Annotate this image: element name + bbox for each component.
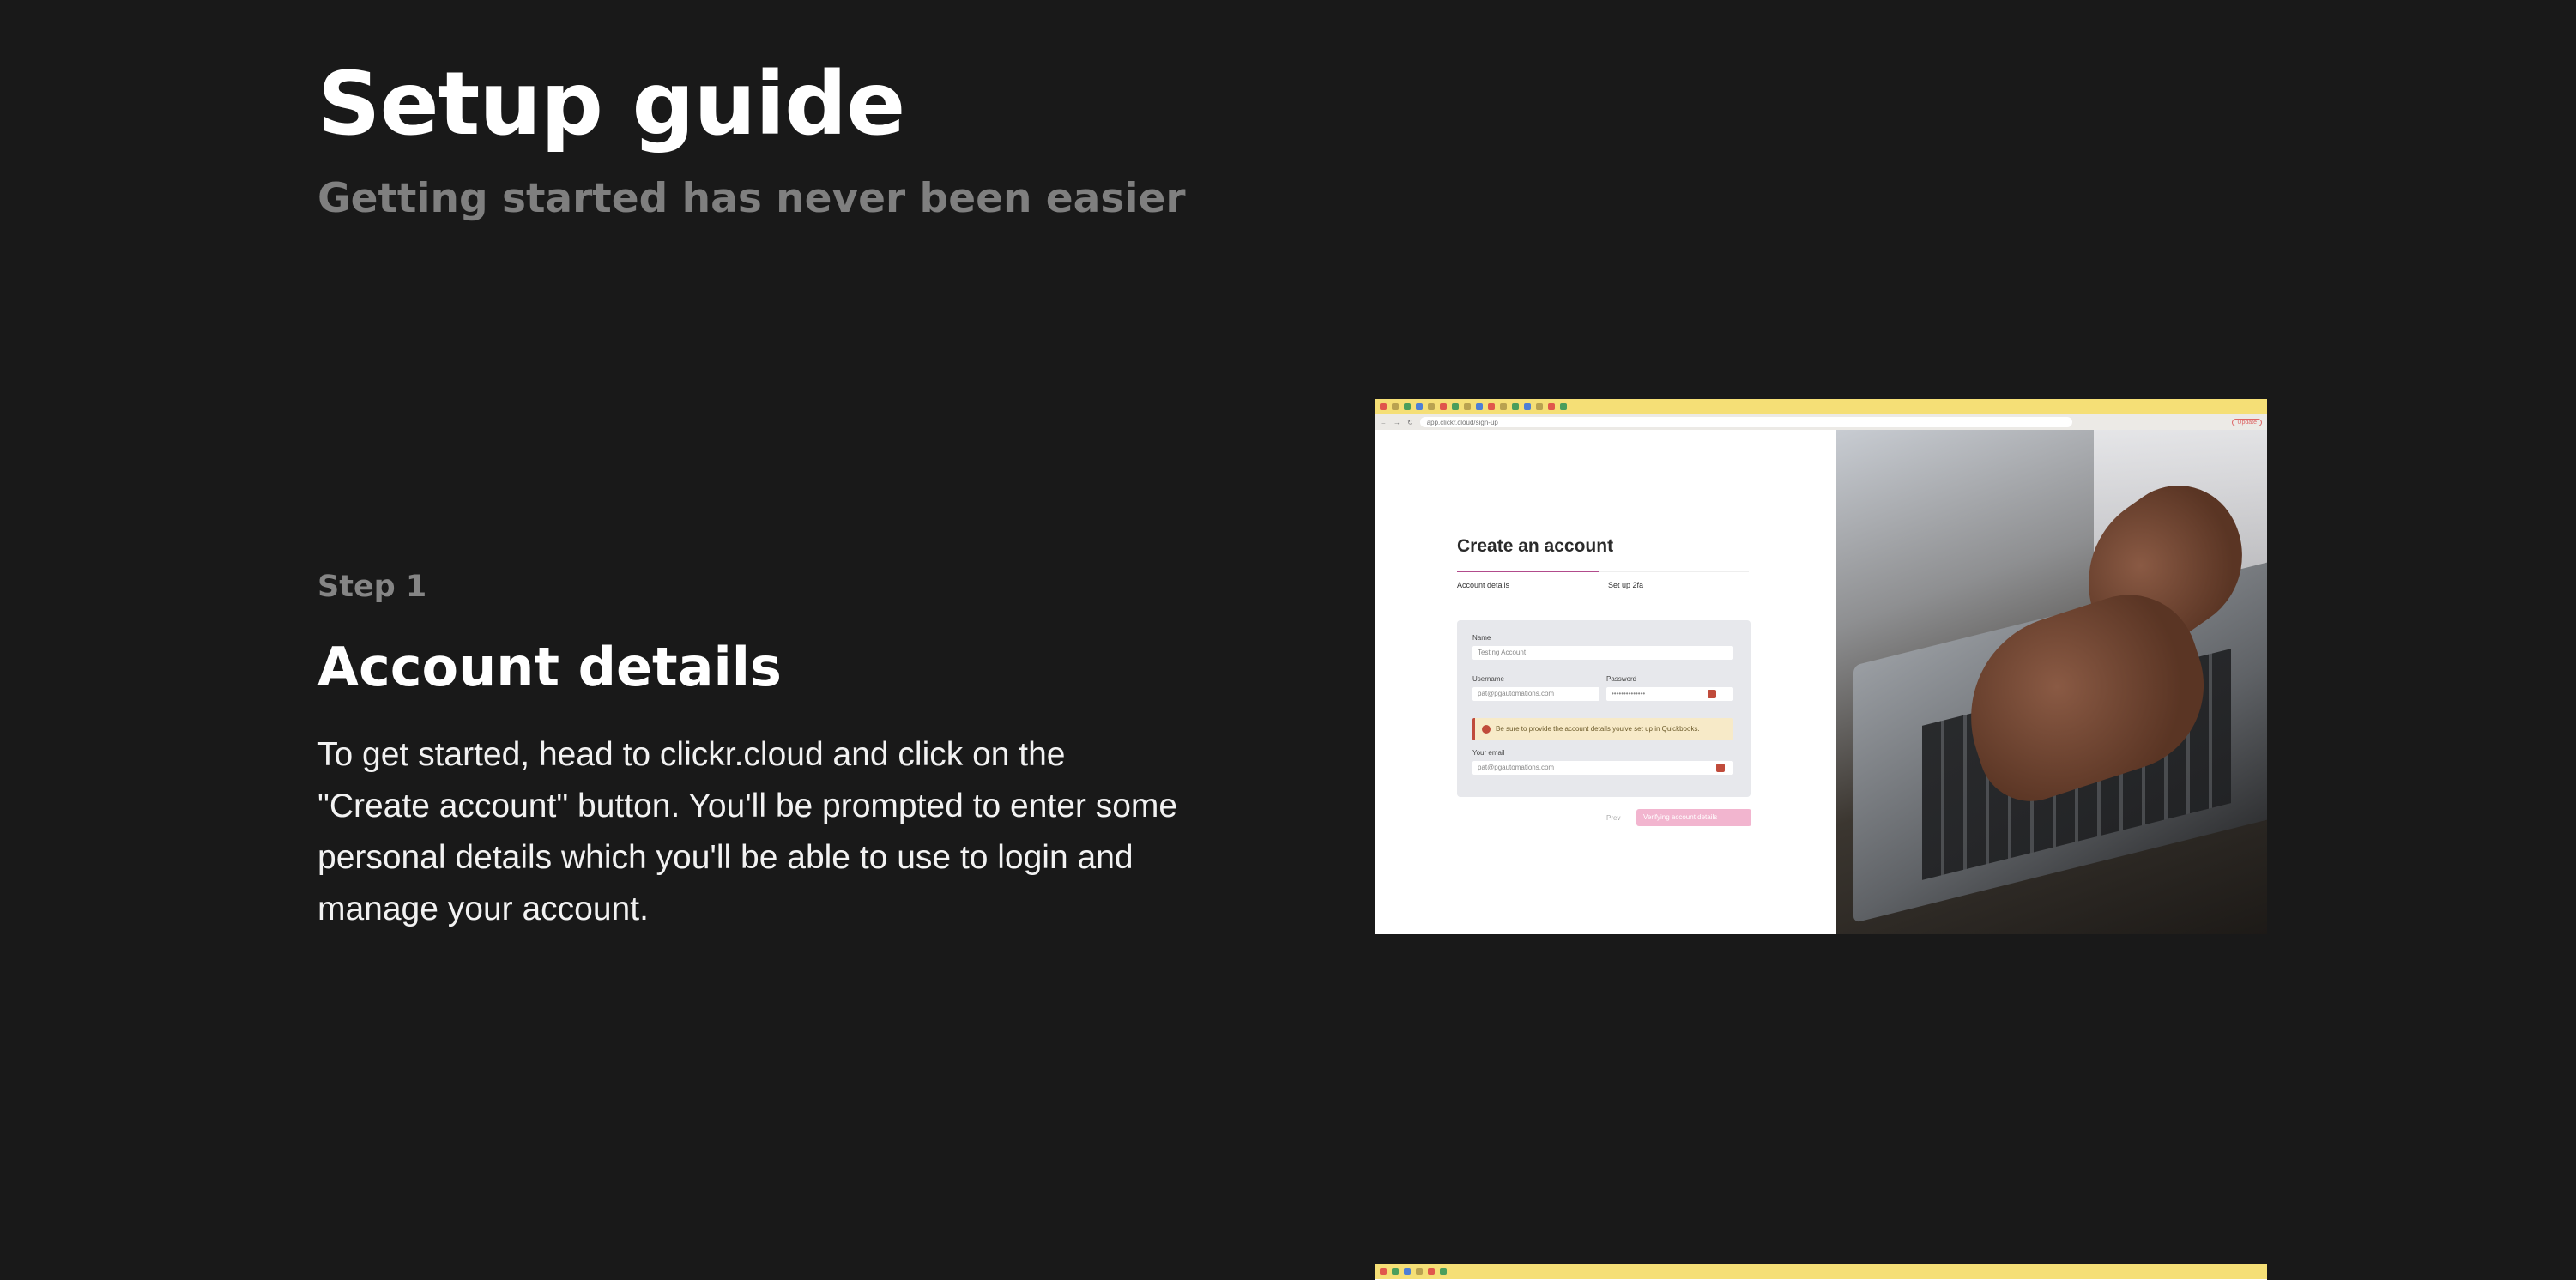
- tab-favicon-icon: [1380, 1268, 1387, 1275]
- email-label: Your email: [1472, 749, 1505, 757]
- browser-update-button: Update: [2232, 418, 2262, 426]
- tab-favicon-icon: [1416, 403, 1423, 410]
- browser-tab-strip: [1375, 399, 2267, 414]
- tab-favicon-icon: [1524, 403, 1531, 410]
- tab-favicon-icon: [1392, 403, 1399, 410]
- forward-arrow-icon: →: [1394, 418, 1400, 426]
- name-field: Testing Account: [1472, 646, 1733, 660]
- tab-favicon-icon: [1536, 403, 1543, 410]
- tab-favicon-icon: [1440, 403, 1447, 410]
- url-field: app.clickr.cloud/sign-up: [1419, 417, 2072, 427]
- page-title: Setup guide: [317, 53, 905, 155]
- password-label: Password: [1606, 675, 1637, 683]
- tab-favicon-icon: [1380, 403, 1387, 410]
- tab-favicon-icon: [1404, 403, 1411, 410]
- tab-favicon-icon: [1464, 403, 1471, 410]
- form-progress-fill: [1457, 571, 1599, 572]
- prev-button: Prev: [1606, 814, 1621, 822]
- name-label: Name: [1472, 634, 1491, 642]
- submit-button: Verifying account details: [1636, 809, 1751, 826]
- step-title: Account details: [317, 636, 782, 698]
- tab-favicon-icon: [1416, 1268, 1423, 1275]
- tab-favicon-icon: [1548, 403, 1555, 410]
- laptop-photo: [1836, 430, 2267, 934]
- browser-address-bar: ← → ↻ app.clickr.cloud/sign-up Update: [1375, 414, 2267, 430]
- page-subtitle: Getting started has never been easier: [317, 175, 1186, 222]
- warning-icon: [1482, 725, 1491, 734]
- signup-form-pane: Create an account Account details Set up…: [1375, 430, 1836, 934]
- tab-setup-2fa: Set up 2fa: [1608, 581, 1644, 589]
- tab-favicon-icon: [1428, 1268, 1435, 1275]
- step-screenshot: ← → ↻ app.clickr.cloud/sign-up Update Cr…: [1375, 399, 2267, 934]
- tab-favicon-icon: [1404, 1268, 1411, 1275]
- browser-tab-strip: [1375, 1264, 2267, 1279]
- form-title: Create an account: [1457, 536, 1614, 556]
- tab-favicon-icon: [1440, 1268, 1447, 1275]
- tab-account-details: Account details: [1457, 581, 1510, 589]
- form-card: Name Testing Account Username pat@pgauto…: [1457, 620, 1751, 797]
- tab-favicon-icon: [1392, 1268, 1399, 1275]
- signup-app: Create an account Account details Set up…: [1375, 430, 2267, 934]
- warning-banner: Be sure to provide the account details y…: [1472, 718, 1733, 740]
- email-field: pat@pgautomations.com: [1472, 761, 1733, 775]
- step-number: Step 1: [317, 570, 427, 604]
- tab-favicon-icon: [1452, 403, 1459, 410]
- tab-favicon-icon: [1488, 403, 1495, 410]
- form-progress: [1457, 571, 1749, 572]
- email-manager-icon: [1716, 764, 1725, 772]
- next-step-screenshot: [1375, 1264, 2267, 1280]
- step-description: To get started, head to clickr.cloud and…: [317, 736, 1178, 927]
- tab-favicon-icon: [1512, 403, 1519, 410]
- reload-icon: ↻: [1407, 418, 1413, 426]
- tab-favicon-icon: [1500, 403, 1507, 410]
- back-arrow-icon: ←: [1380, 418, 1387, 426]
- username-field: pat@pgautomations.com: [1472, 687, 1599, 701]
- setup-guide-page: Setup guide Getting started has never be…: [0, 0, 2576, 1280]
- tab-favicon-icon: [1428, 403, 1435, 410]
- tab-favicon-icon: [1560, 403, 1567, 410]
- tab-favicon-icon: [1476, 403, 1483, 410]
- password-manager-icon: [1708, 690, 1716, 698]
- username-label: Username: [1472, 675, 1504, 683]
- warning-text: Be sure to provide the account details y…: [1496, 725, 1700, 733]
